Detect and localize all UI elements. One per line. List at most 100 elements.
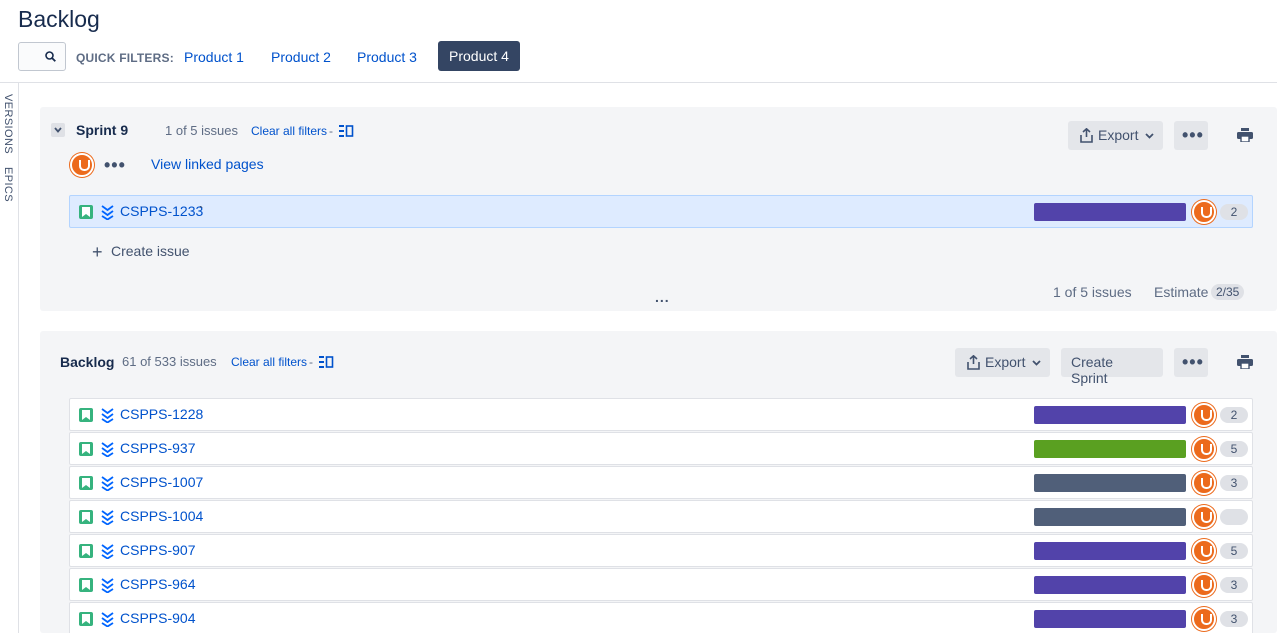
export-icon (1080, 128, 1093, 143)
story-points-badge: 3 (1220, 611, 1248, 627)
epic-label[interactable] (1034, 203, 1186, 221)
priority-lowest-icon (101, 408, 114, 423)
story-points-badge: 5 (1220, 543, 1248, 559)
avatar[interactable] (1192, 539, 1216, 563)
versions-tab[interactable]: VERSIONS (2, 94, 14, 154)
backlog-issue-row[interactable]: CSPPS-1007 3 (69, 466, 1253, 499)
epic-label[interactable] (1034, 508, 1186, 526)
quick-filters-label: QUICK FILTERS: (76, 51, 174, 65)
board-icon[interactable] (339, 125, 354, 137)
create-issue-button[interactable]: + Create issue (92, 242, 190, 262)
show-more-icon[interactable]: ... (655, 289, 670, 305)
create-sprint-button[interactable]: Create Sprint (1061, 348, 1163, 386)
story-points-badge: 2 (1220, 407, 1248, 423)
print-icon[interactable] (1237, 128, 1253, 142)
backlog-export-button[interactable]: Export (955, 348, 1050, 377)
issue-key[interactable]: CSPPS-1233 (120, 203, 203, 219)
story-icon (79, 205, 93, 219)
issue-key[interactable]: CSPPS-907 (120, 542, 195, 558)
issue-summary: ` (199, 203, 204, 219)
page-title: Backlog (18, 6, 100, 32)
more-icon: ••• (1182, 352, 1204, 372)
plus-icon: + (92, 242, 103, 262)
avatar[interactable] (1192, 471, 1216, 495)
backlog-issue-row[interactable]: CSPPS-964 3 (69, 568, 1253, 601)
backlog-issue-row[interactable]: CSPPS-907 5 (69, 534, 1253, 567)
epic-label[interactable] (1034, 474, 1186, 492)
header-divider (0, 82, 1277, 83)
sprint-issue-row[interactable]: CSPPS-1233 ` 2 (69, 195, 1253, 228)
issue-key[interactable]: CSPPS-1004 (120, 508, 203, 524)
priority-lowest-icon (101, 476, 114, 491)
epic-label[interactable] (1034, 406, 1186, 424)
issue-key[interactable]: CSPPS-964 (120, 576, 195, 592)
view-linked-pages-link[interactable]: View linked pages (151, 156, 264, 172)
quick-search-input[interactable] (18, 42, 66, 71)
export-label: Export (985, 354, 1026, 370)
epic-label[interactable] (1034, 542, 1186, 560)
story-icon (79, 510, 93, 524)
avatar[interactable] (1192, 505, 1216, 529)
export-label: Export (1098, 127, 1139, 143)
story-icon (79, 442, 93, 456)
quick-filter-product-2[interactable]: Product 2 (271, 49, 331, 65)
side-rail: VERSIONS EPICS (0, 83, 19, 633)
avatar[interactable] (1192, 607, 1216, 631)
estimate-badge: 2/35 (1211, 284, 1245, 300)
chevron-down-icon (1032, 360, 1041, 366)
story-icon (79, 578, 93, 592)
priority-lowest-icon (101, 442, 114, 457)
quick-filter-product-4[interactable]: Product 4 (438, 41, 520, 71)
story-points-badge: 3 (1220, 577, 1248, 593)
issue-key[interactable]: CSPPS-904 (120, 610, 195, 626)
priority-lowest-icon (101, 510, 114, 525)
issue-key[interactable]: CSPPS-937 (120, 440, 195, 456)
issue-key[interactable]: CSPPS-1228 (120, 406, 203, 422)
sprint-more-button[interactable]: ••• (1174, 121, 1208, 150)
backlog-issue-row[interactable]: CSPPS-937 5 (69, 432, 1253, 465)
sprint-footer-issue-count: 1 of 5 issues (1053, 284, 1132, 300)
sprint-panel: Sprint 9 1 of 5 issues Clear all filters… (40, 107, 1277, 311)
avatar[interactable] (1192, 437, 1216, 461)
export-icon (967, 355, 980, 370)
story-points-badge: 2 (1220, 204, 1248, 220)
backlog-issue-count: 61 of 533 issues (122, 354, 217, 369)
story-icon (79, 544, 93, 558)
chevron-down-icon (54, 127, 62, 133)
epic-label[interactable] (1034, 576, 1186, 594)
story-icon (79, 612, 93, 626)
sprint-clear-filters-link[interactable]: Clear all filters (251, 124, 327, 138)
backlog-issue-row[interactable]: CSPPS-1228 2 (69, 398, 1253, 431)
print-icon[interactable] (1237, 355, 1253, 369)
avatar[interactable] (1192, 573, 1216, 597)
backlog-title: Backlog (60, 354, 115, 370)
sprint-name[interactable]: Sprint 9 (76, 122, 128, 138)
epic-label[interactable] (1034, 610, 1186, 628)
priority-lowest-icon (101, 205, 114, 220)
avatar[interactable] (1192, 200, 1216, 224)
story-points-badge (1220, 509, 1248, 525)
estimate-label: Estimate (1154, 284, 1209, 300)
avatar[interactable] (70, 153, 94, 177)
sprint-export-button[interactable]: Export (1068, 121, 1163, 150)
backlog-issue-row[interactable]: CSPPS-1004 (69, 500, 1253, 533)
backlog-issue-row[interactable]: CSPPS-904 3 (69, 602, 1253, 633)
epics-tab[interactable]: EPICS (2, 167, 14, 202)
create-issue-label: Create issue (111, 243, 190, 259)
epic-label[interactable] (1034, 440, 1186, 458)
sprint-issue-count: 1 of 5 issues (165, 123, 238, 138)
backlog-clear-filters-link[interactable]: Clear all filters (231, 355, 307, 369)
sprint-more-icon[interactable]: ••• (104, 156, 126, 174)
issue-key[interactable]: CSPPS-1007 (120, 474, 203, 490)
collapse-sprint-toggle[interactable] (51, 123, 65, 137)
story-points-badge: 5 (1220, 441, 1248, 457)
quick-filter-product-3[interactable]: Product 3 (357, 49, 417, 65)
backlog-more-button[interactable]: ••• (1174, 348, 1208, 377)
separator: - (309, 355, 313, 369)
avatar[interactable] (1192, 403, 1216, 427)
more-icon: ••• (1182, 125, 1204, 145)
priority-lowest-icon (101, 612, 114, 627)
search-icon (45, 51, 56, 62)
quick-filter-product-1[interactable]: Product 1 (184, 49, 244, 65)
board-icon[interactable] (319, 356, 334, 368)
